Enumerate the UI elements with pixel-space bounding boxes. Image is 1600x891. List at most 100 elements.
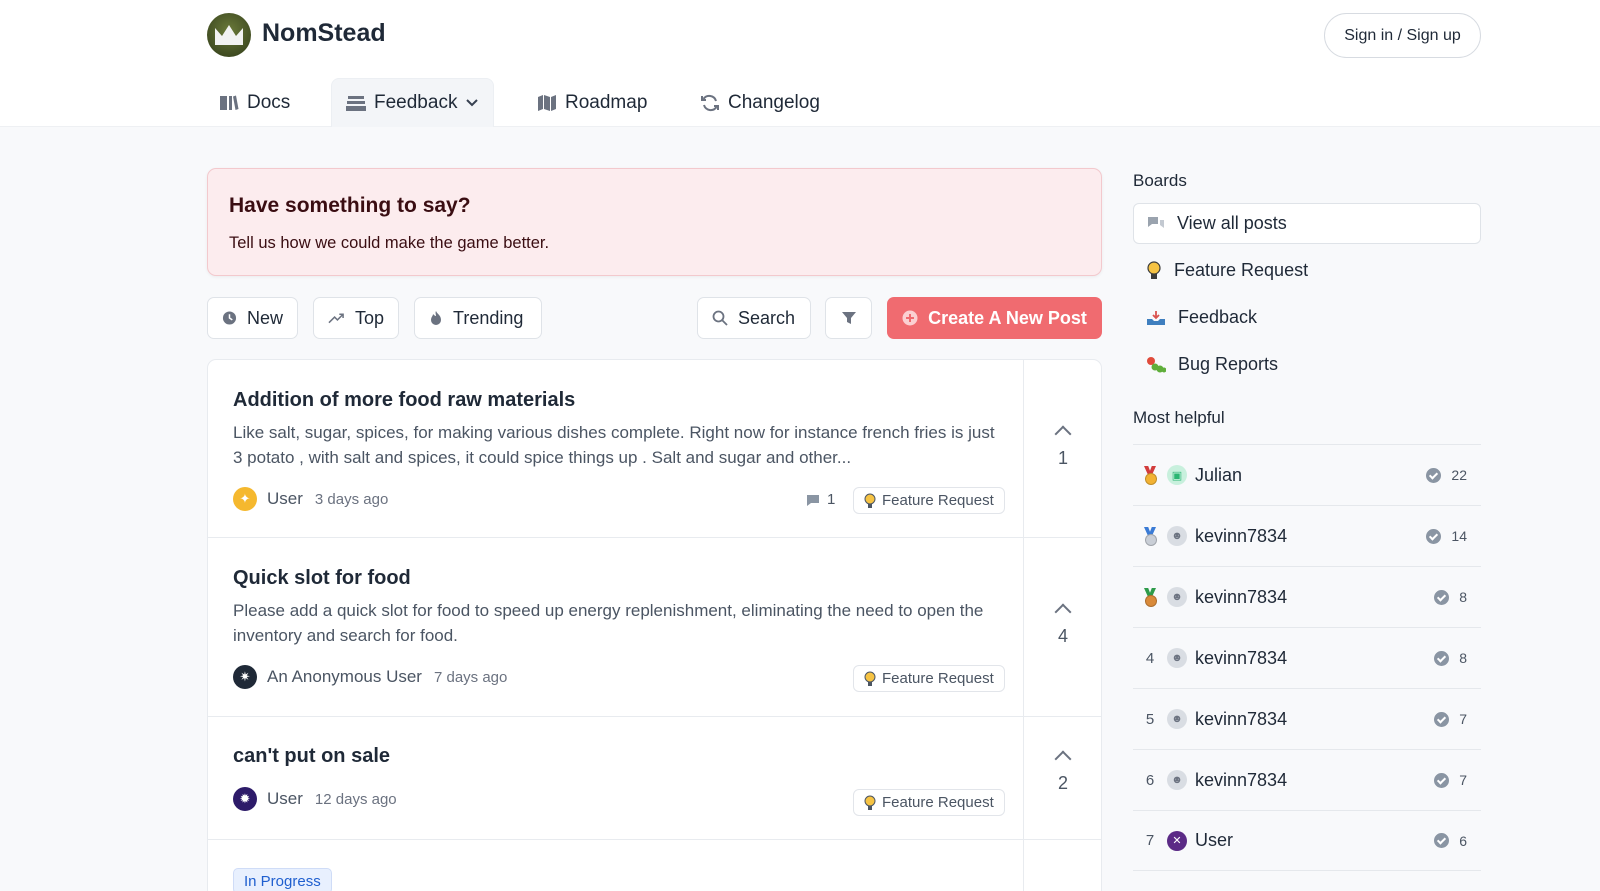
search-button[interactable]: Search — [697, 297, 811, 339]
helpful-score: 6 — [1459, 832, 1467, 849]
sort-top-button[interactable]: Top — [313, 297, 399, 339]
avatar: ☻ — [1167, 709, 1187, 729]
boards-heading: Boards — [1133, 171, 1187, 190]
lightbulb-icon — [1147, 260, 1161, 279]
post-author[interactable]: User — [267, 489, 303, 509]
helpful-user-name: kevinn7834 — [1195, 647, 1288, 668]
post-title[interactable]: Quick slot for food — [233, 567, 411, 590]
clock-icon — [222, 311, 237, 325]
caterpillar-icon — [1147, 356, 1166, 372]
most-helpful-heading: Most helpful — [1133, 408, 1225, 427]
post-title[interactable]: Addition of more food raw materials — [233, 389, 575, 412]
list-item[interactable]: 6 ☻ kevinn7834 7 — [1133, 749, 1481, 810]
avatar: ☻ — [1167, 587, 1187, 607]
nav-changelog-label: Changelog — [728, 91, 820, 113]
board-feedback[interactable]: Feedback — [1133, 297, 1481, 338]
board-feature-request[interactable]: Feature Request — [1133, 250, 1481, 291]
post-time: 3 days ago — [314, 490, 389, 508]
post-item[interactable]: can't put on sale ✹ User 12 days ago Fea… — [208, 717, 1101, 840]
nav-changelog[interactable]: Changelog — [700, 78, 820, 127]
upvote-button[interactable]: 4 — [1023, 600, 1101, 647]
post-item[interactable]: Addition of more food raw materials Like… — [208, 360, 1101, 538]
avatar: ☻ — [1167, 770, 1187, 790]
board-label: View all posts — [1177, 213, 1287, 233]
helpful-user-name: Julian — [1195, 464, 1243, 485]
board-view-all[interactable]: View all posts — [1133, 203, 1481, 244]
silver-medal-icon — [1143, 527, 1157, 546]
nav-feedback-label: Feedback — [374, 92, 458, 113]
post-board-tag[interactable]: Feature Request — [853, 789, 1005, 816]
post-board-label: Feature Request — [882, 492, 994, 509]
post-time: 7 days ago — [433, 668, 508, 686]
vote-count: 4 — [1057, 626, 1068, 646]
check-badge-icon — [1434, 833, 1450, 848]
banner-text: Tell us how we could make the game bette… — [229, 234, 550, 252]
nav-docs-label: Docs — [247, 91, 291, 113]
helpful-user-name: kevinn7834 — [1195, 525, 1288, 546]
check-badge-icon — [1434, 772, 1450, 788]
chevron-up-icon — [1054, 425, 1072, 443]
post-item[interactable]: Quick slot for food Please add a quick s… — [208, 538, 1101, 717]
helpful-rank: 4 — [1145, 649, 1155, 667]
board-label: Bug Reports — [1178, 354, 1279, 374]
helpful-score: 8 — [1459, 589, 1467, 605]
list-item[interactable]: ▣ Julian 22 — [1133, 444, 1481, 505]
list-item[interactable]: 7 ✕ User 6 — [1133, 810, 1481, 871]
comment-count-value: 1 — [827, 491, 836, 508]
book-icon — [220, 95, 239, 110]
comment-count: 1 — [805, 491, 835, 508]
filter-button[interactable] — [825, 297, 872, 339]
list-item[interactable]: 5 ☻ kevinn7834 7 — [1133, 688, 1481, 749]
main-nav: Docs Feedback Roadmap Changelog — [0, 78, 1600, 127]
top-header: NomStead Sign in / Sign up Docs Feedback… — [0, 0, 1600, 127]
post-author[interactable]: An Anonymous User — [267, 667, 422, 687]
post-title[interactable]: can't put on sale — [233, 745, 390, 768]
sort-new-button[interactable]: New — [207, 297, 298, 339]
helpful-score: 14 — [1451, 528, 1467, 544]
list-item[interactable]: ☻ kevinn7834 8 — [1133, 566, 1481, 627]
avatar: ✦ — [233, 487, 257, 511]
helpful-rank: 6 — [1145, 771, 1155, 789]
nav-roadmap-label: Roadmap — [565, 91, 648, 113]
helpful-score: 7 — [1459, 772, 1467, 788]
create-post-button[interactable]: Create A New Post — [887, 297, 1102, 339]
post-meta: ✹ User 12 days ago — [233, 787, 397, 811]
sign-in-button[interactable]: Sign in / Sign up — [1324, 13, 1481, 58]
helpful-rank: 5 — [1145, 710, 1155, 728]
flame-icon — [431, 311, 441, 325]
upvote-button[interactable]: 2 — [1023, 747, 1101, 794]
sort-trending-button[interactable]: Trending — [414, 297, 542, 339]
lightbulb-icon — [864, 671, 876, 686]
list-item[interactable]: ☻ kevinn7834 14 — [1133, 505, 1481, 566]
avatar: ✷ — [233, 665, 257, 689]
helpful-score: 8 — [1459, 650, 1467, 666]
check-badge-icon — [1434, 589, 1450, 605]
avatar: ☻ — [1167, 526, 1187, 546]
check-badge-icon — [1434, 711, 1450, 727]
helpful-score: 7 — [1459, 711, 1467, 727]
post-board-tag[interactable]: Feature Request — [853, 665, 1005, 692]
app-logo[interactable] — [207, 13, 251, 57]
nav-feedback[interactable]: Feedback — [331, 78, 495, 127]
board-bug-reports[interactable]: Bug Reports — [1133, 344, 1481, 385]
sort-top-label: Top — [354, 307, 384, 328]
nav-roadmap[interactable]: Roadmap — [537, 78, 647, 127]
avatar: ✕ — [1167, 830, 1187, 851]
search-label: Search — [738, 307, 796, 328]
chevron-up-icon — [1054, 750, 1072, 768]
list-item[interactable]: 4 ☻ kevinn7834 8 — [1133, 627, 1481, 688]
filter-icon — [841, 312, 856, 324]
upvote-button[interactable]: 1 — [1023, 422, 1101, 469]
nav-docs[interactable]: Docs — [219, 78, 290, 127]
app-name[interactable]: NomStead — [262, 19, 386, 48]
create-post-label: Create A New Post — [928, 307, 1087, 328]
chevron-down-icon — [466, 99, 479, 107]
avatar: ☻ — [1167, 648, 1187, 668]
inbox-tray-icon — [1147, 310, 1165, 325]
status-badge: In Progress — [233, 868, 332, 891]
check-badge-icon — [1426, 528, 1442, 544]
post-board-tag[interactable]: Feature Request — [853, 487, 1005, 514]
post-excerpt: Like salt, sugar, spices, for making var… — [233, 423, 995, 467]
post-excerpt: Please add a quick slot for food to spee… — [233, 601, 984, 645]
post-author[interactable]: User — [267, 789, 303, 809]
